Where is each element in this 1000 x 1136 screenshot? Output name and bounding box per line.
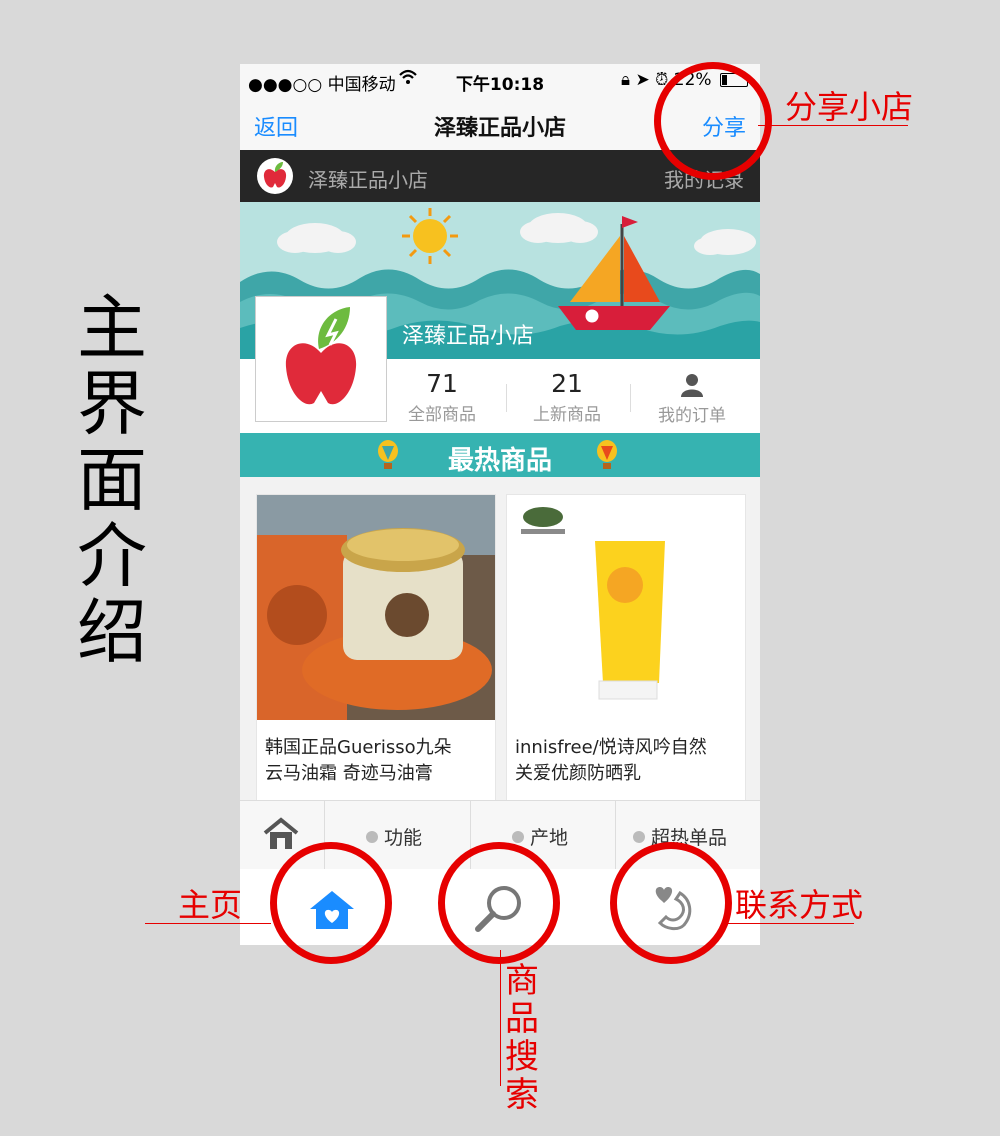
apple-logo-icon <box>285 307 357 405</box>
contact-highlight-circle <box>610 842 732 964</box>
side-title-char: 面 <box>77 439 147 521</box>
product-title-line: 云马油霜 奇迹马油膏 <box>265 763 433 784</box>
stat-new-products[interactable]: 21 上新商品 <box>512 369 622 425</box>
bullet-icon <box>512 830 524 843</box>
product-title: 韩国正品Guerisso九朵 云马油霜 奇迹马油膏 <box>265 735 491 787</box>
contact-annotation: 联系方式 <box>735 886 864 924</box>
annotation-char: 索 <box>505 1075 539 1115</box>
product-card[interactable]: 韩国正品Guerisso九朵 云马油霜 奇迹马油膏 <box>256 494 496 802</box>
side-title-char: 界 <box>77 363 147 445</box>
divider <box>630 384 631 412</box>
house-icon <box>262 817 300 855</box>
banner-shop-name: 泽臻正品小店 <box>402 324 535 349</box>
product-title-line: innisfree/悦诗风吟自然 <box>515 737 707 758</box>
share-shop-annotation: 分享小店 <box>785 88 914 126</box>
bullet-icon <box>366 830 378 843</box>
stat-value: 71 <box>426 369 458 398</box>
side-title: 主 界 面 介 绍 <box>72 290 152 670</box>
phone-screen: ●●●○○ 中国移动 下午10:18 🔒︎ ➤ ⏰︎ 22% 返回 泽臻正品小店… <box>240 64 760 945</box>
stat-label: 上新商品 <box>533 405 601 425</box>
product-search-annotation: 商 品 搜 索 <box>505 962 545 1114</box>
stat-all-products[interactable]: 71 全部商品 <box>387 369 497 425</box>
user-icon <box>637 369 747 399</box>
side-title-char: 介 <box>77 515 147 597</box>
search-annotation-line <box>500 950 501 1086</box>
stat-label: 全部商品 <box>408 405 476 425</box>
stat-my-orders[interactable]: 我的订单 <box>637 369 747 426</box>
rotation-lock-icon: 🔒︎ <box>621 70 631 90</box>
tab-label: 产地 <box>530 827 569 849</box>
share-highlight-circle <box>654 62 772 180</box>
product-card[interactable]: innisfree/悦诗风吟自然 关爱优颜防晒乳 <box>506 494 746 802</box>
hot-products-header: 最热商品 <box>240 433 760 477</box>
product-grid: 韩国正品Guerisso九朵 云马油霜 奇迹马油膏 innisfree/悦诗风吟… <box>240 477 760 802</box>
shop-name: 泽臻正品小店 <box>308 168 428 192</box>
product-title: innisfree/悦诗风吟自然 关爱优颜防晒乳 <box>515 735 741 787</box>
tab-label: 功能 <box>384 827 423 849</box>
location-icon: ➤ <box>635 70 650 90</box>
balloon-icon <box>596 440 618 470</box>
product-image <box>257 495 495 720</box>
home-annotation: 主页 <box>178 886 243 924</box>
side-title-char: 主 <box>77 287 147 369</box>
annotation-char: 品 <box>505 999 539 1039</box>
shop-avatar <box>255 296 387 422</box>
annotation-char: 搜 <box>505 1037 539 1077</box>
home-highlight-circle <box>270 842 392 964</box>
bullet-icon <box>633 830 645 843</box>
hot-products-title: 最热商品 <box>447 446 552 476</box>
product-title-line: 关爱优颜防晒乳 <box>515 763 641 784</box>
annotation-char: 商 <box>505 961 539 1001</box>
product-title-line: 韩国正品Guerisso九朵 <box>265 737 452 758</box>
divider <box>506 384 507 412</box>
stat-label: 我的订单 <box>658 406 726 426</box>
search-highlight-circle <box>438 842 560 964</box>
stat-value: 21 <box>551 369 583 398</box>
product-image <box>507 495 745 720</box>
side-title-char: 绍 <box>77 591 147 673</box>
shop-logo-icon <box>257 158 293 194</box>
